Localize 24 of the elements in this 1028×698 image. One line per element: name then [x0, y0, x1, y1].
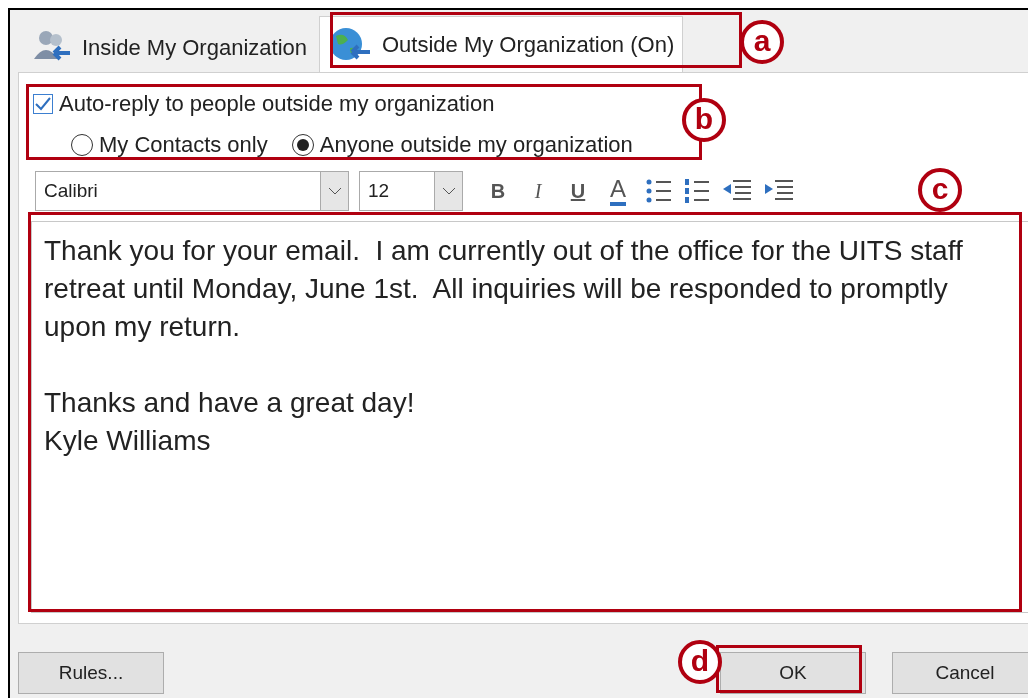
dialog-button[interactable]: Rules...: [18, 652, 164, 694]
message-line: retreat until Monday, June 1st. All inquiries will be responded to promptly: [44, 272, 949, 306]
dialog-button[interactable]: Cancel: [892, 652, 1028, 694]
tab[interactable]: Outside My Organization (On): [319, 16, 684, 72]
radio-label: My Contacts only: [99, 131, 268, 159]
caret-icon: [434, 172, 462, 210]
checkbox-label: Auto-reply to people outside my organization: [59, 90, 495, 118]
bullet-list-icon[interactable]: [645, 177, 673, 205]
italic-button[interactable]: I: [521, 174, 555, 208]
font-dropdown[interactable]: Calibri: [35, 171, 349, 211]
message-line: Kyle Williams: [44, 424, 212, 458]
radio-button[interactable]: [71, 133, 93, 156]
message-line: Thank you for your email. I am currently out of the office for the UITS staff: [44, 234, 964, 268]
font-color-button[interactable]: A: [601, 174, 635, 208]
message-line: Thanks and have a great day!: [44, 386, 416, 420]
radio-label: Anyone outside my organization: [319, 131, 633, 159]
caret-icon: [320, 172, 348, 210]
bold-button[interactable]: B: [481, 174, 515, 208]
message-line: upon my return.: [44, 310, 242, 344]
radio-button[interactable]: [291, 133, 314, 156]
checkbox[interactable]: [33, 93, 53, 114]
underline-button[interactable]: U: [561, 174, 595, 208]
numbered-list-icon[interactable]: [683, 177, 711, 205]
size-dropdown[interactable]: 12: [359, 171, 463, 211]
